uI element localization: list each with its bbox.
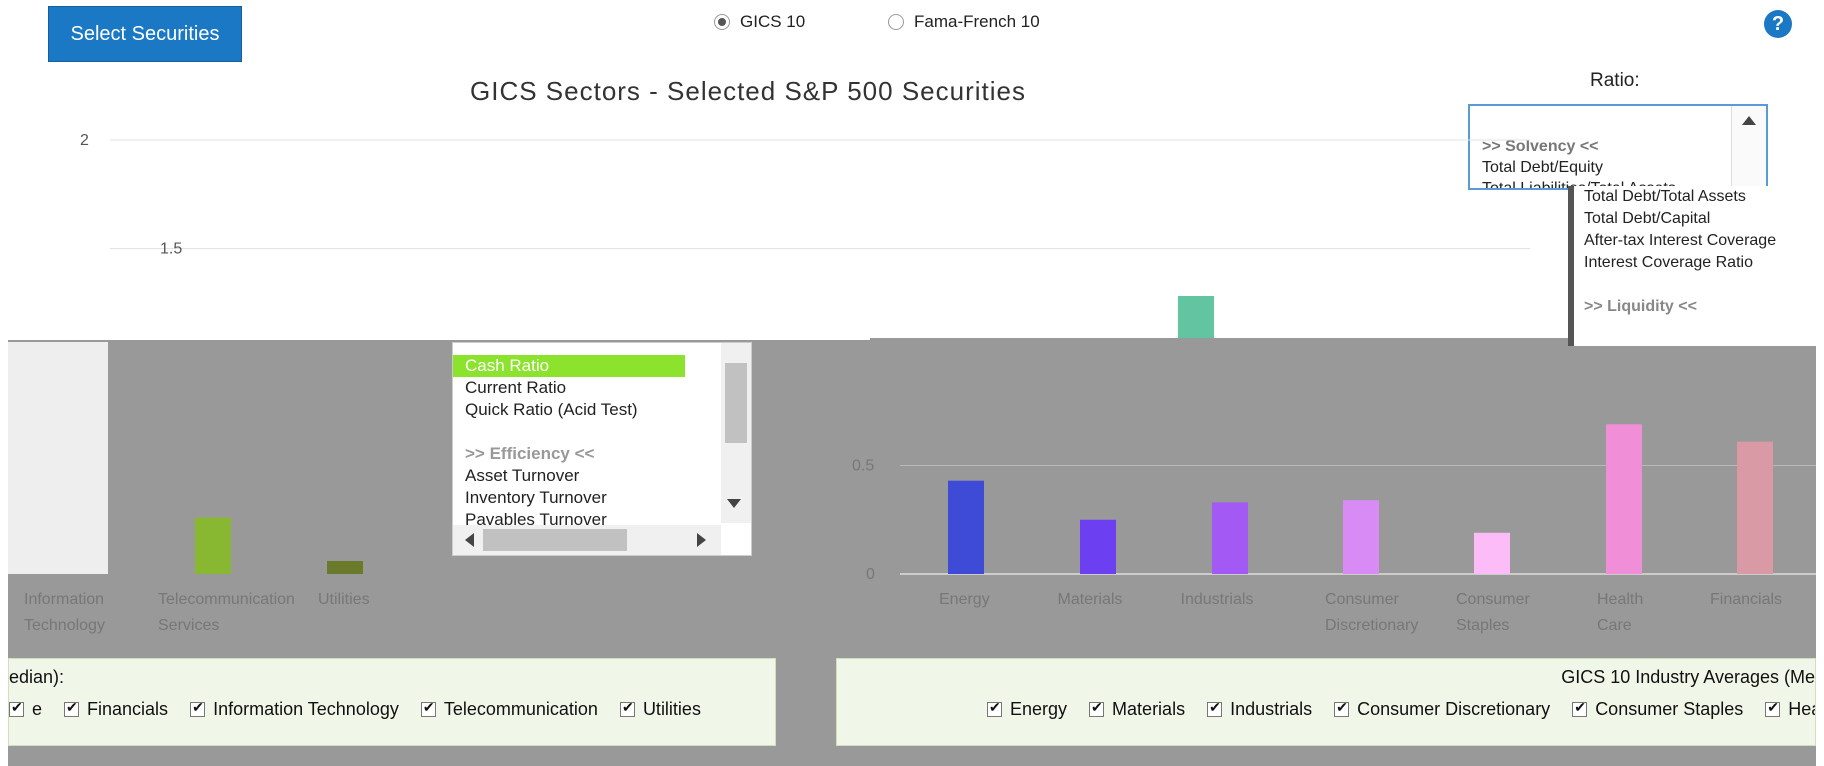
legend-label: Energy [1010,699,1068,719]
scroll-right-icon[interactable] [697,533,706,547]
legend-checkbox[interactable] [1765,699,1781,717]
horizontal-scrollbar[interactable] [453,525,721,555]
legend-label: Industrials [1230,699,1313,719]
legend-item[interactable]: Energy [987,699,1067,720]
legend-item[interactable]: Consumer Staples [1572,699,1743,720]
legend-item[interactable]: Financials [64,699,168,720]
legend-item[interactable]: Materials [1089,699,1185,720]
ratio-group-efficiency: >> Efficiency << [465,444,595,463]
legend-label: Information Technology [213,699,399,719]
artifact-panel [8,342,108,574]
legend-item[interactable]: Consumer Discretionary [1334,699,1550,720]
scroll-down-icon[interactable] [727,499,741,508]
legend-title: edian): [9,667,65,687]
ratio-option[interactable]: Total Debt/Total Assets [1574,186,1822,208]
legend-label: Materials [1112,699,1186,719]
legend-label: e [32,699,43,719]
legend-item[interactable]: e [9,699,42,720]
scroll-thumb[interactable] [725,363,747,443]
legend-item[interactable]: Telecommunication [420,699,598,720]
ratio-dropdown-list[interactable]: Cash Ratio Current Ratio Quick Ratio (Ac… [452,342,752,556]
legend-checkbox[interactable] [190,699,206,717]
ratio-option[interactable]: Current Ratio [453,377,751,399]
legend-item[interactable]: Information Technology [190,699,399,720]
legend-checkbox[interactable] [1207,699,1223,717]
scroll-left-icon[interactable] [465,533,474,547]
legend-title: GICS 10 Industry Averages (Me [1561,667,1815,687]
y-tick-label: 1.5 [160,241,182,258]
legend-item[interactable]: Industrials [1207,699,1312,720]
ratio-option[interactable]: Total Debt/Capital [1574,208,1822,230]
legend-checkbox[interactable] [1089,699,1105,717]
scroll-thumb[interactable] [483,529,627,551]
legend-label: Financials [87,699,169,719]
legend-panel-right: GICS 10 Industry Averages (Me Energy Mate… [836,658,1816,746]
ratio-group-liquidity: >> Liquidity << [1584,298,1697,315]
legend-label: Telecommunication [443,699,598,719]
legend-label: Consumer Staples [1595,699,1744,719]
legend-checkbox[interactable] [64,699,80,717]
ratio-list-duplicate[interactable]: Total Debt/Total Assets Total Debt/Capit… [1568,186,1822,346]
vertical-scrollbar[interactable] [721,343,751,523]
bar [1178,296,1214,340]
ratio-option [1574,274,1822,296]
legend-label: Utilities [642,699,701,719]
ratio-option[interactable]: Inventory Turnover [453,487,751,509]
y-tick-label: 2 [80,132,89,149]
legend-item[interactable]: Health Car [1765,699,1815,720]
ratio-option[interactable]: Interest Coverage Ratio [1574,252,1822,274]
legend-checkbox[interactable] [619,699,635,717]
legend-checkbox[interactable] [1334,699,1350,717]
legend-checkbox[interactable] [420,699,436,717]
legend-label: Health Car [1788,699,1815,719]
legend-checkbox[interactable] [9,699,24,717]
legend-label: Consumer Discretionary [1357,699,1551,719]
legend-checkbox[interactable] [987,699,1002,717]
ratio-option-selected[interactable]: Cash Ratio [453,355,685,377]
ratio-option [453,421,751,443]
ratio-option[interactable]: Quick Ratio (Acid Test) [453,399,751,421]
legend-checkbox[interactable] [1572,699,1588,717]
ratio-option[interactable]: After-tax Interest Coverage [1574,230,1822,252]
legend-panel-left: edian): e Financials Information Technolog… [8,658,776,746]
ratio-option[interactable]: Asset Turnover [453,465,751,487]
legend-item[interactable]: Utilities [619,699,701,720]
